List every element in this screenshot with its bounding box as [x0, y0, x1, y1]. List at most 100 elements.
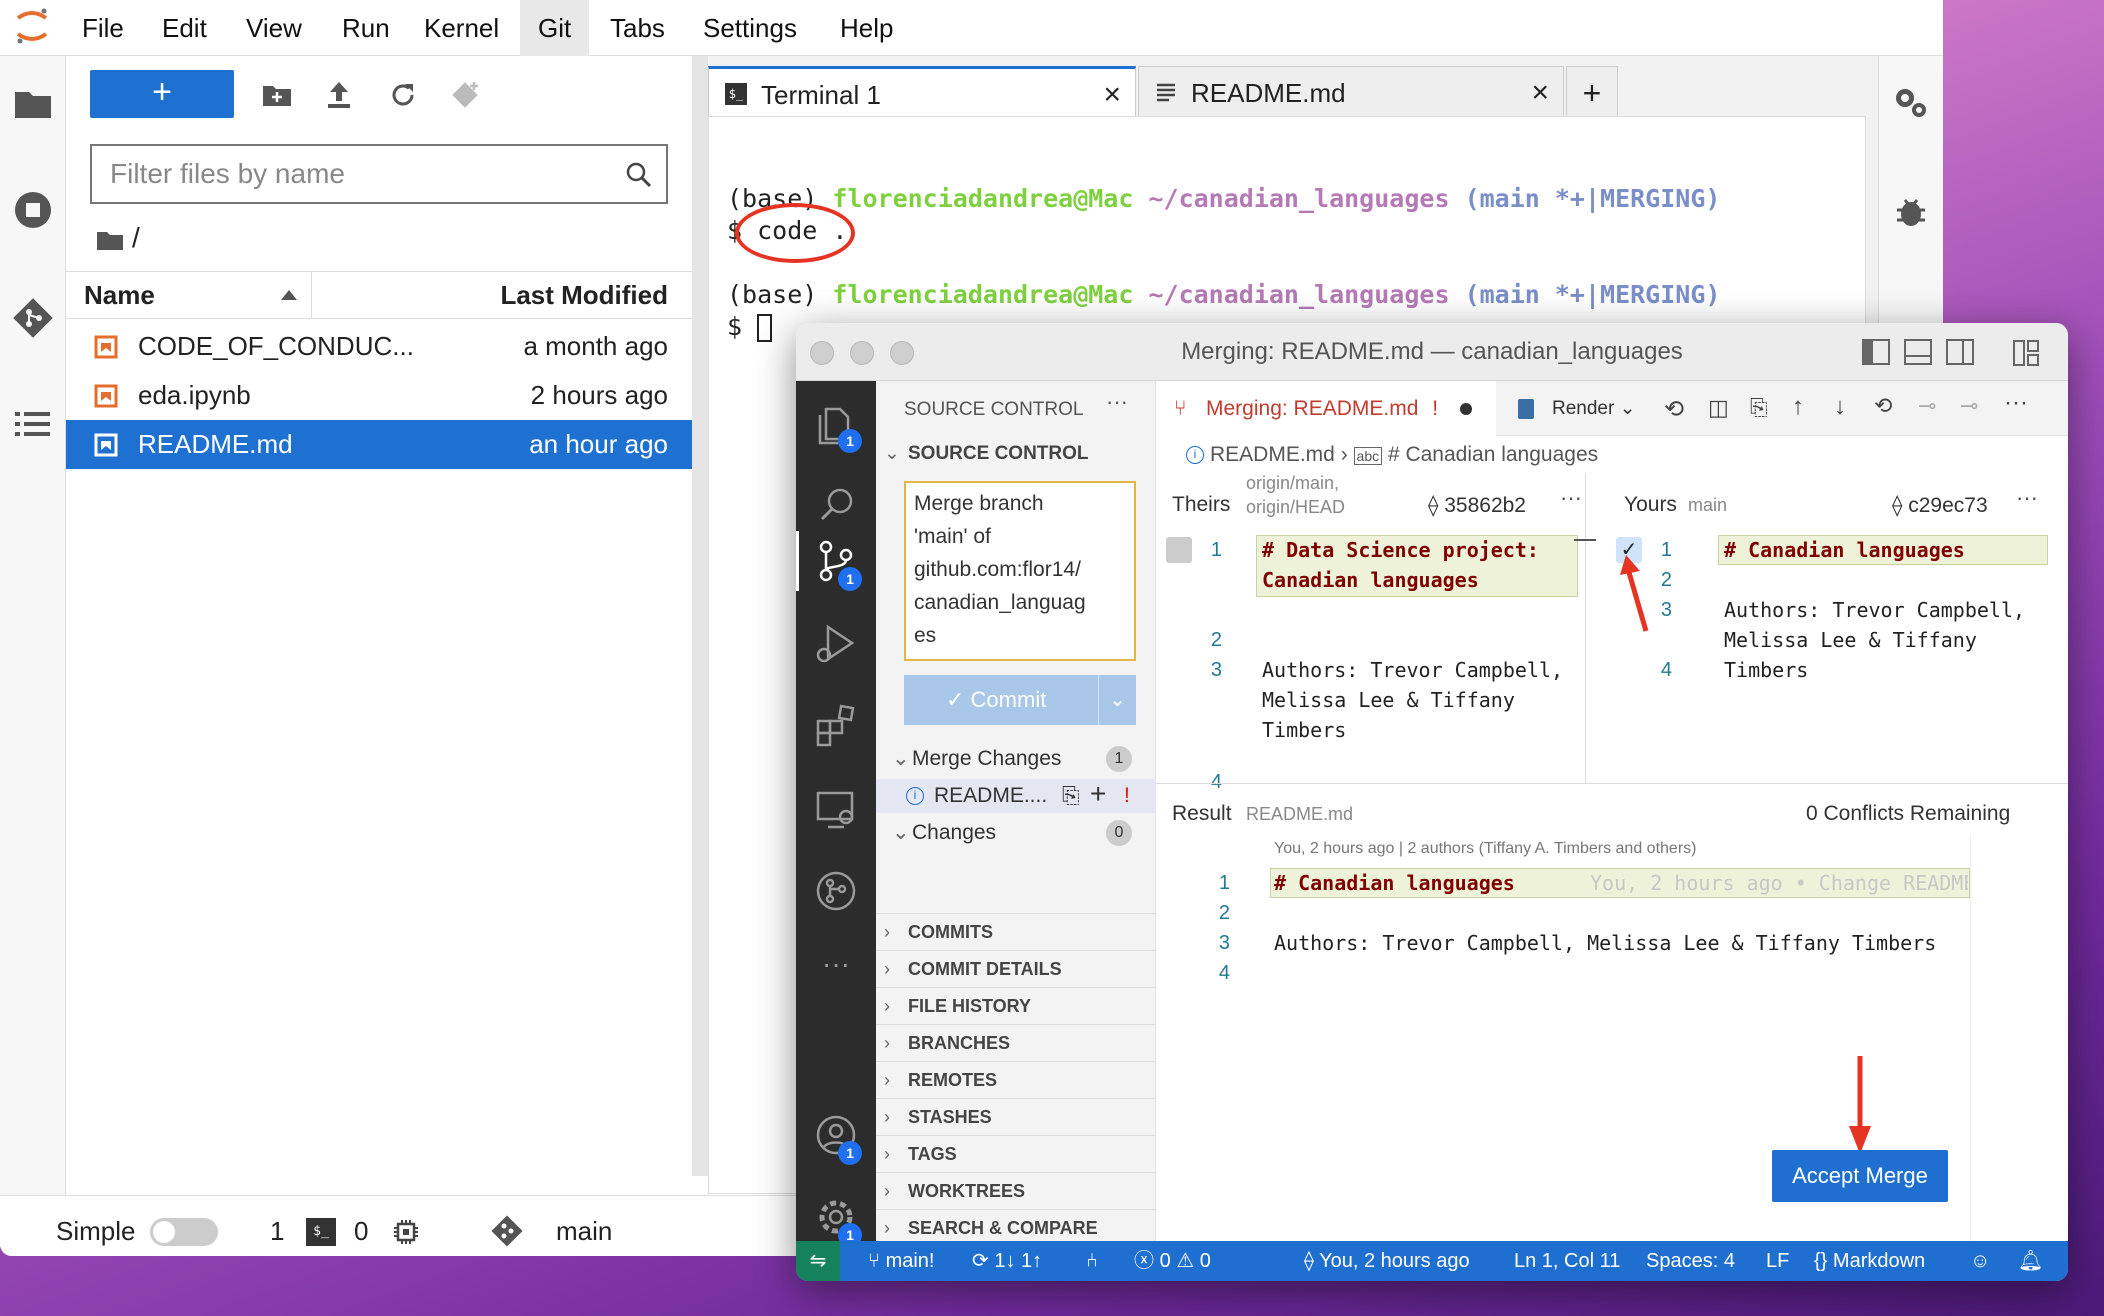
extensions-icon[interactable]: [812, 701, 860, 749]
git-branch-label[interactable]: main: [556, 1196, 612, 1256]
accounts-icon[interactable]: 1: [812, 1111, 862, 1165]
section-tags[interactable]: › TAGS: [876, 1135, 1156, 1172]
accept-theirs-checkbox[interactable]: [1166, 537, 1192, 563]
commit-message-input[interactable]: Merge branch 'main' of github.com:flor14…: [904, 481, 1136, 661]
menu-tabs[interactable]: Tabs: [596, 0, 679, 56]
unsaved-dot-icon[interactable]: [1460, 403, 1472, 415]
book-icon[interactable]: [1518, 399, 1534, 419]
status-blame[interactable]: ⟠ You, 2 hours ago: [1304, 1241, 1470, 1281]
section-worktrees[interactable]: › WORKTREES: [876, 1172, 1156, 1209]
more-actions-icon[interactable]: ···: [1560, 485, 1582, 511]
remote-indicator[interactable]: ⇋: [796, 1241, 840, 1281]
column-name-header[interactable]: Name: [66, 272, 312, 318]
tab-terminal[interactable]: $_ Terminal 1 ×: [708, 66, 1136, 118]
toggle-secondary-sidebar-icon[interactable]: [1946, 339, 1974, 365]
arrow-up-icon[interactable]: ↑: [1792, 393, 1804, 421]
next-change-icon[interactable]: ⊸: [1960, 393, 1978, 419]
merge-changes-group[interactable]: ⌄ Merge Changes 1: [876, 743, 1156, 775]
menu-file[interactable]: File: [68, 0, 138, 56]
debugger-bug-icon[interactable]: [1891, 192, 1931, 232]
status-sync[interactable]: ⟳ 1↓ 1↑: [972, 1241, 1042, 1281]
history-icon[interactable]: ⟲: [1664, 395, 1684, 424]
render-dropdown[interactable]: Render ⌄: [1552, 381, 1636, 436]
git-graph-icon[interactable]: [812, 867, 860, 915]
folder-icon[interactable]: [96, 228, 124, 252]
menu-view[interactable]: View: [232, 0, 316, 56]
commit-options-chevron-icon[interactable]: ⌄: [1098, 675, 1136, 725]
open-changes-icon[interactable]: ⎘: [1750, 395, 1768, 421]
file-row-selected[interactable]: README.md an hour ago: [66, 420, 692, 469]
toggle-panel-icon[interactable]: [1904, 339, 1932, 365]
status-eol[interactable]: LF: [1766, 1241, 1789, 1281]
upload-icon[interactable]: [322, 78, 356, 112]
close-icon[interactable]: ×: [1531, 67, 1549, 119]
running-sessions-icon[interactable]: [11, 188, 55, 232]
section-remotes[interactable]: › REMOTES: [876, 1061, 1156, 1098]
customize-layout-icon[interactable]: [2012, 339, 2040, 367]
new-tab-button[interactable]: +: [1566, 66, 1618, 118]
menu-kernel[interactable]: Kernel: [410, 0, 513, 56]
explorer-icon[interactable]: 1: [812, 399, 862, 453]
section-source-control[interactable]: ⌄ SOURCE CONTROL: [876, 439, 1156, 469]
toggle-sidebar-icon[interactable]: [1862, 339, 1890, 365]
git-clone-icon[interactable]: [448, 78, 482, 112]
section-commits[interactable]: › COMMITS: [876, 913, 1156, 950]
more-actions-icon[interactable]: ···: [1106, 389, 1128, 415]
tab-readme[interactable]: README.md ×: [1138, 66, 1564, 118]
status-spaces[interactable]: Spaces: 4: [1646, 1241, 1735, 1281]
previous-change-icon[interactable]: ⊸: [1918, 393, 1936, 419]
file-row[interactable]: CODE_OF_CONDUC... a month ago: [66, 322, 692, 371]
remote-explorer-icon[interactable]: [812, 785, 860, 833]
file-row[interactable]: eda.ipynb 2 hours ago: [66, 371, 692, 420]
compare-icon[interactable]: ⟲: [1874, 393, 1892, 419]
menu-edit[interactable]: Edit: [148, 0, 221, 56]
yours-commit[interactable]: ⟠ c29ec73: [1892, 493, 1988, 518]
status-problems[interactable]: ⓧ 0 ⚠ 0: [1134, 1241, 1211, 1281]
section-stashes[interactable]: › STASHES: [876, 1098, 1156, 1135]
open-file-icon[interactable]: ⎘: [1062, 779, 1080, 813]
blame-codelens[interactable]: You, 2 hours ago | 2 authors (Tiffany A.…: [1274, 840, 1696, 858]
changes-group[interactable]: ⌄ Changes 0: [876, 817, 1156, 849]
merge-file-item[interactable]: i README.... ⎘ + !: [876, 777, 1156, 813]
refresh-icon[interactable]: [386, 78, 420, 112]
editor-tab-merging[interactable]: ⑂ Merging: README.md !: [1156, 381, 1496, 436]
breadcrumb-path[interactable]: /: [132, 222, 140, 253]
accept-merge-button[interactable]: Accept Merge: [1772, 1150, 1948, 1202]
more-actions-icon[interactable]: ···: [2016, 485, 2038, 511]
stage-plus-icon[interactable]: +: [1090, 777, 1106, 811]
new-folder-icon[interactable]: [260, 78, 294, 112]
run-debug-icon[interactable]: [812, 619, 860, 667]
more-icon[interactable]: ···: [812, 949, 860, 997]
menu-settings[interactable]: Settings: [689, 0, 811, 56]
status-graph-icon[interactable]: ⑃: [1086, 1241, 1098, 1281]
commit-button[interactable]: ✓ Commit ⌄: [904, 675, 1136, 725]
menu-help[interactable]: Help: [826, 0, 907, 56]
status-branch[interactable]: ⑂ main!: [868, 1241, 934, 1281]
column-modified-header[interactable]: Last Modified: [500, 272, 668, 318]
source-control-icon[interactable]: 1: [812, 537, 862, 591]
more-actions-icon[interactable]: ···: [2004, 389, 2028, 417]
section-commit-details[interactable]: › COMMIT DETAILS: [876, 950, 1156, 987]
simple-mode-toggle[interactable]: [150, 1218, 218, 1246]
git-icon[interactable]: [11, 296, 55, 340]
search-icon[interactable]: [812, 481, 860, 529]
table-of-contents-icon[interactable]: [11, 402, 55, 446]
panel-splitter[interactable]: [692, 56, 708, 1176]
feedback-icon[interactable]: ☺: [1970, 1241, 1990, 1281]
theirs-commit[interactable]: ⟠ 35862b2: [1428, 493, 1526, 518]
arrow-down-icon[interactable]: ↓: [1834, 393, 1846, 421]
status-position[interactable]: Ln 1, Col 11: [1514, 1241, 1620, 1281]
file-filter-input[interactable]: [92, 146, 592, 202]
split-editor-icon[interactable]: ◫: [1708, 395, 1729, 421]
menu-run[interactable]: Run: [328, 0, 404, 56]
folder-icon[interactable]: [11, 82, 55, 126]
status-language[interactable]: {} Markdown: [1814, 1241, 1925, 1281]
section-file-history[interactable]: › FILE HISTORY: [876, 987, 1156, 1024]
settings-gears-icon[interactable]: [1891, 82, 1931, 122]
new-launcher-button[interactable]: +: [90, 70, 234, 118]
menu-git[interactable]: Git: [520, 0, 590, 56]
file-filter-field[interactable]: [90, 144, 668, 204]
notifications-bell-icon[interactable]: 🔔︎: [2018, 1241, 2043, 1281]
manage-gear-icon[interactable]: 1: [812, 1193, 862, 1247]
section-branches[interactable]: › BRANCHES: [876, 1024, 1156, 1061]
